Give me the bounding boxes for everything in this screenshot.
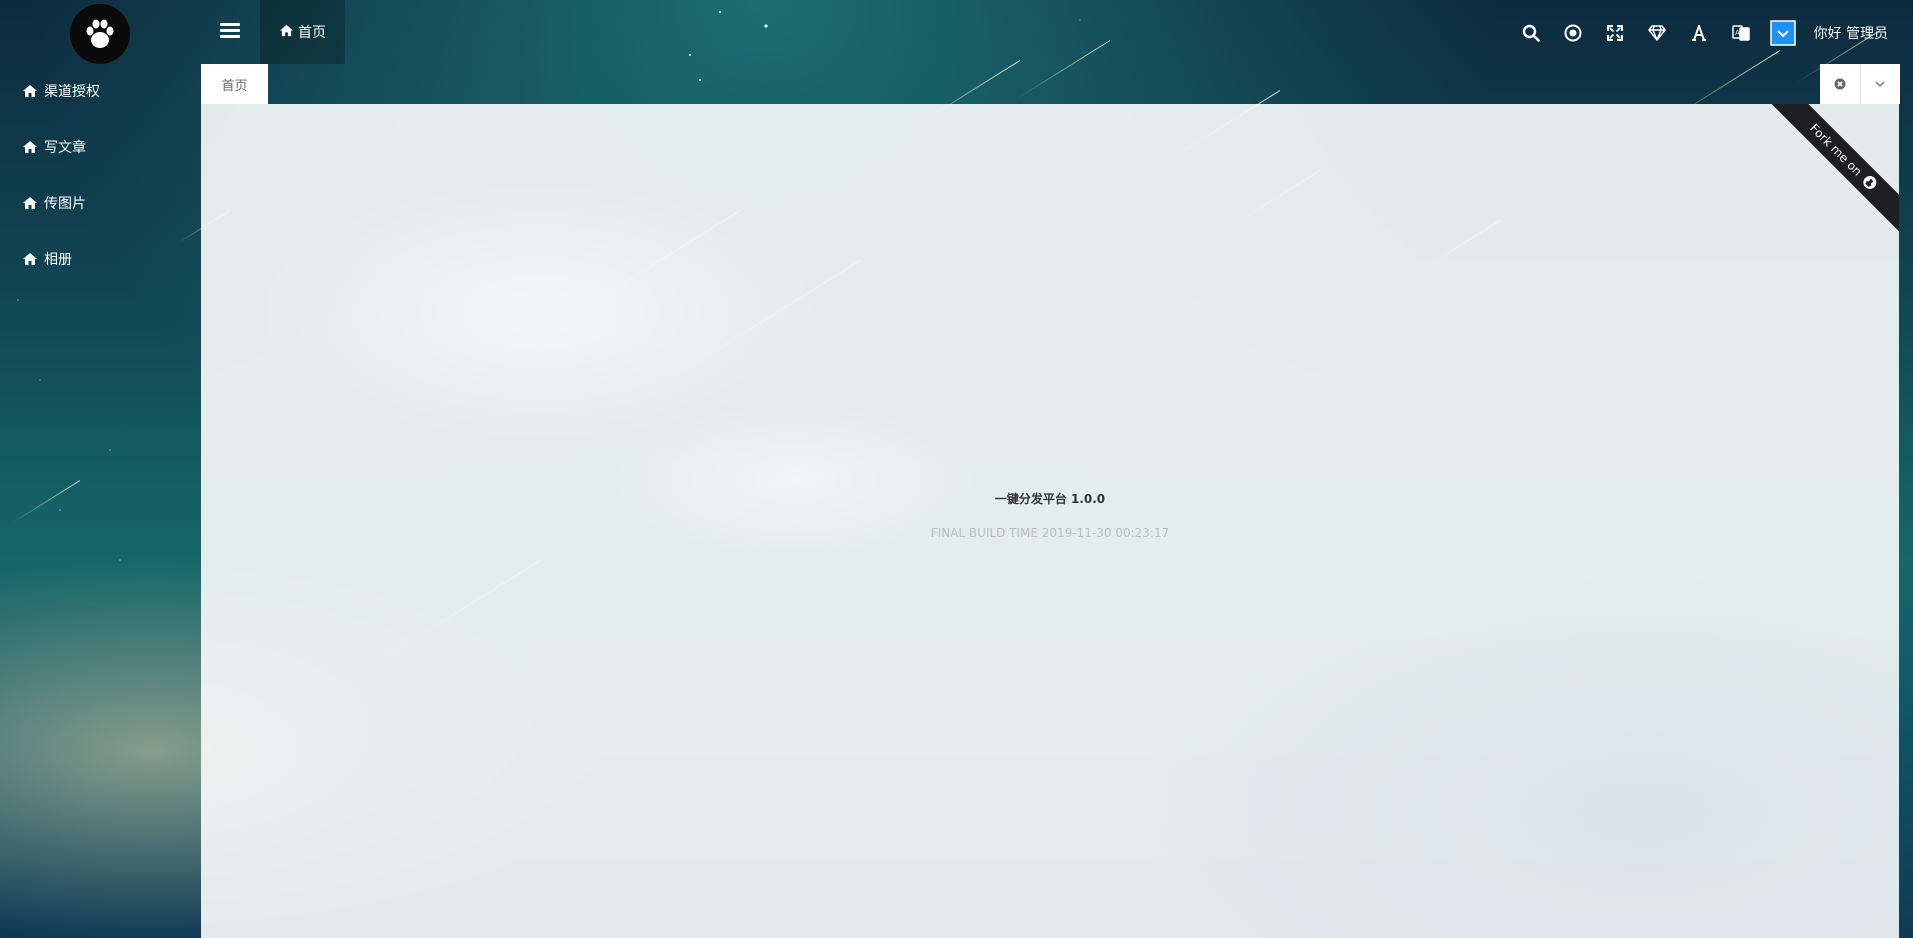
fork-me-link[interactable]: Fork me on — [1763, 104, 1899, 237]
app-name: 一键分发平台 1.0.0 — [994, 492, 1106, 506]
svg-text:A: A — [1735, 29, 1740, 37]
sidebar: 渠道授权 写文章 传图片 相册 — [0, 0, 200, 938]
diamond-icon[interactable] — [1636, 20, 1678, 46]
sidebar-item-label: 传图片 — [44, 196, 86, 212]
search-icon[interactable] — [1510, 20, 1552, 46]
sidebar-item-write-article[interactable]: 写文章 — [22, 135, 86, 159]
sidebar-item-label: 渠道授权 — [44, 84, 100, 100]
paw-icon[interactable] — [70, 4, 130, 64]
fullscreen-icon[interactable] — [1594, 20, 1636, 46]
home-icon — [22, 84, 38, 98]
target-icon[interactable] — [1552, 20, 1594, 46]
chevron-down-icon[interactable] — [1859, 64, 1901, 104]
build-time: FINAL BUILD TIME 2019-11-30 00:23:17 — [930, 526, 1170, 540]
sidebar-item-upload-image[interactable]: 传图片 — [22, 191, 86, 215]
user-greeting[interactable]: 你好 管理员 — [1814, 23, 1888, 43]
top-nav-home[interactable]: 首页 — [260, 0, 345, 64]
home-icon — [22, 252, 38, 266]
sidebar-item-channel-auth[interactable]: 渠道授权 — [22, 79, 100, 103]
tab-strip: 首页 — [200, 64, 1900, 104]
sidebar-item-album[interactable]: 相册 — [22, 247, 72, 271]
home-icon — [279, 24, 294, 41]
hamburger-icon[interactable] — [220, 20, 240, 44]
main-content: 一键分发平台 1.0.0 FINAL BUILD TIME 2019-11-30… — [201, 104, 1899, 938]
tab-controls — [1820, 64, 1900, 104]
github-icon — [1858, 172, 1880, 194]
sidebar-item-label: 相册 — [44, 252, 72, 268]
home-icon — [22, 140, 38, 154]
top-bar: 首页 A 你好 管理员 — [200, 0, 1913, 64]
toolbar: A 你好 管理员 — [1510, 20, 1888, 46]
close-circle-icon[interactable] — [1820, 64, 1860, 104]
top-nav-home-label: 首页 — [298, 25, 326, 41]
sidebar-item-label: 写文章 — [44, 140, 86, 156]
theme-toggle-icon[interactable] — [1762, 20, 1804, 46]
translate-icon[interactable]: A — [1720, 20, 1762, 46]
tab-home[interactable]: 首页 — [201, 64, 268, 104]
fork-ribbon-text: Fork me on — [1807, 121, 1865, 179]
fork-ribbon: Fork me on — [1759, 104, 1899, 244]
home-icon — [22, 196, 38, 210]
font-icon[interactable] — [1678, 20, 1720, 46]
